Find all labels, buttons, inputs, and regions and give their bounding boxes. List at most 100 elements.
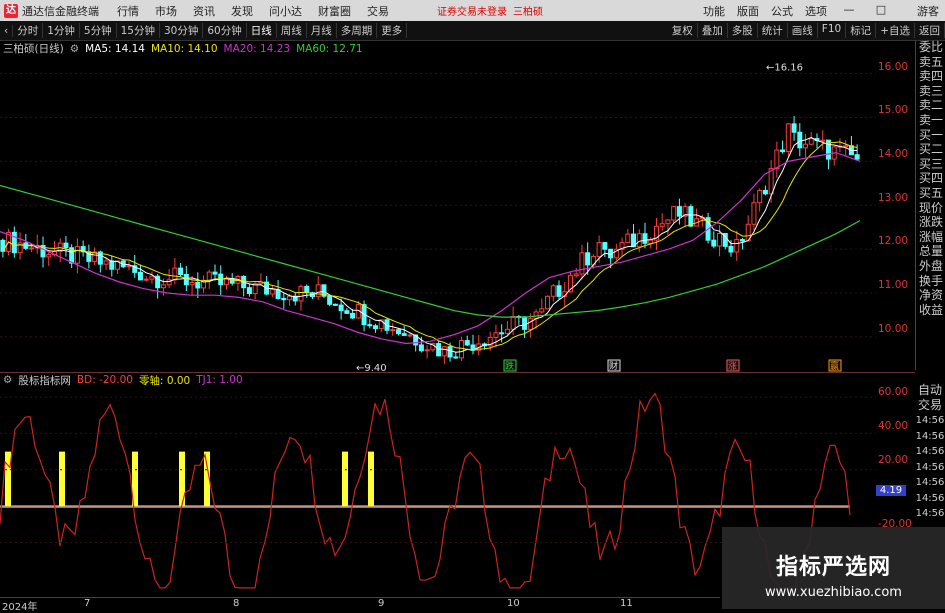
menu-item-options[interactable]: 选项: [799, 3, 833, 19]
candle-body: [803, 143, 809, 149]
period-tab[interactable]: 15分钟: [117, 23, 160, 38]
candle-body: [636, 233, 642, 248]
settings-icon[interactable]: ⚙: [70, 43, 79, 55]
menu-item-news[interactable]: 资讯: [185, 3, 223, 19]
candle-body: [172, 267, 178, 281]
add-watchlist-button[interactable]: +自选: [876, 23, 915, 38]
menu-item-wealth[interactable]: 财富圈: [310, 3, 359, 19]
period-tab[interactable]: 分时: [13, 23, 44, 38]
period-tab[interactable]: 周线: [277, 23, 307, 38]
date-label: 10: [507, 598, 520, 609]
indicator-info-bar: ⚙ 股标指标网 BD: -20.00 零轴: 0.00 TJ1: 1.00: [0, 373, 243, 387]
side-label: 净资: [918, 288, 943, 303]
period-tab[interactable]: 多周期: [337, 23, 378, 38]
maximize-icon[interactable]: □: [868, 3, 894, 17]
return-button[interactable]: 返回: [915, 23, 945, 38]
app-name: 通达信金融终端: [22, 4, 99, 18]
low-annotation: ←9.40: [356, 363, 387, 372]
user-label[interactable]: 游客: [911, 3, 945, 19]
candle-body: [183, 273, 189, 286]
price-label: 13.00: [878, 192, 909, 204]
tick-time: 14:56: [915, 461, 945, 473]
period-tab[interactable]: 5分钟: [80, 23, 117, 38]
toolbar-button[interactable]: 标记: [846, 23, 877, 38]
period-tab[interactable]: 30分钟: [160, 23, 204, 38]
watermark-url: www.xuezhibiao.com: [765, 585, 902, 600]
candle-body: [774, 149, 780, 170]
back-icon[interactable]: ‹: [0, 24, 14, 37]
trade-login-notice[interactable]: 证券交易未登录: [437, 3, 507, 18]
date-label: 9: [378, 598, 385, 609]
side-label: 买二: [918, 142, 943, 157]
candle-body: [579, 252, 585, 275]
event-mark-label: 赢: [830, 360, 839, 372]
tick-time: 14:56: [915, 477, 945, 488]
candle-body: [768, 168, 774, 195]
toolbar-button[interactable]: F10: [818, 23, 847, 38]
candle-body: [550, 285, 556, 297]
period-tab[interactable]: 1分钟: [43, 23, 80, 38]
menu-item-function[interactable]: 功能: [697, 3, 731, 19]
candle-body: [464, 340, 470, 346]
tj1-value: TJ1: 1.00: [196, 374, 243, 386]
candle-body: [780, 149, 786, 153]
candle-body: [453, 356, 459, 359]
candle-body: [46, 254, 52, 258]
candle-body: [109, 260, 115, 270]
side-label: 换手: [918, 273, 943, 288]
candle-body: [493, 332, 499, 338]
candle-body: [373, 325, 379, 330]
toolbar-button[interactable]: 叠加: [698, 23, 728, 38]
candle-body: [11, 231, 17, 254]
candle-body: [820, 139, 826, 142]
date-label: 11: [620, 598, 633, 609]
candle-body: [522, 316, 528, 330]
indicator-settings-icon[interactable]: ⚙: [3, 374, 12, 386]
candle-body: [717, 232, 723, 247]
toolbar-button[interactable]: 复权: [668, 23, 698, 38]
indicator-axis-label: 20.00: [878, 454, 909, 466]
period-tab-more[interactable]: 更多: [377, 23, 408, 38]
auto-label[interactable]: 自动: [915, 383, 945, 398]
toolbar-button[interactable]: 画线: [788, 23, 818, 38]
candle-body: [137, 271, 143, 281]
menu-item-formula[interactable]: 公式: [765, 3, 799, 19]
candle-body: [671, 206, 677, 221]
stock-name-title: 三柏硕: [513, 7, 543, 18]
event-mark-label: 涨: [728, 361, 737, 372]
indicator-name[interactable]: 股标指标网: [18, 373, 71, 388]
price-label: 15.00: [878, 104, 909, 116]
candle-body: [688, 206, 694, 227]
price-label: 14.00: [878, 148, 909, 160]
candle-body: [539, 308, 545, 313]
menu-item-quotes[interactable]: 行情: [109, 3, 147, 19]
candle-body: [281, 297, 287, 301]
ma60-value: MA60: 12.71: [296, 42, 363, 55]
candle-body: [676, 206, 682, 217]
menu-item-discover[interactable]: 发现: [223, 3, 261, 19]
candle-body: [441, 346, 447, 357]
trade-label[interactable]: 交易: [915, 398, 945, 413]
side-label: 买四: [918, 171, 943, 186]
menu-item-ask[interactable]: 问小达: [261, 3, 310, 19]
kline-chart[interactable]: ←16.16 ←9.40 跌 财 涨 赢: [0, 56, 876, 372]
watermark-title: 指标严选网: [775, 555, 891, 580]
period-tab[interactable]: 月线: [307, 23, 337, 38]
menu-item-market[interactable]: 市场: [147, 3, 185, 19]
date-label: 7: [84, 598, 91, 609]
app-logo-icon: 达: [4, 3, 18, 18]
minimize-icon[interactable]: —: [836, 3, 862, 17]
period-tab[interactable]: 60分钟: [203, 23, 247, 38]
toolbar-button[interactable]: 统计: [758, 23, 788, 38]
price-label: 11.00: [878, 279, 909, 291]
menu-item-trade[interactable]: 交易: [359, 3, 397, 19]
period-tab-daily[interactable]: 日线: [247, 23, 277, 38]
candle-body: [178, 267, 184, 275]
tick-time: 14:56: [915, 492, 945, 504]
ma5-value: MA5: 14.14: [85, 42, 145, 55]
candle-body: [269, 289, 275, 295]
menu-item-layout[interactable]: 版面: [731, 3, 765, 19]
toolbar-button[interactable]: 多股: [728, 23, 758, 38]
candle-body: [510, 316, 516, 330]
side-label: 卖二: [918, 98, 943, 113]
